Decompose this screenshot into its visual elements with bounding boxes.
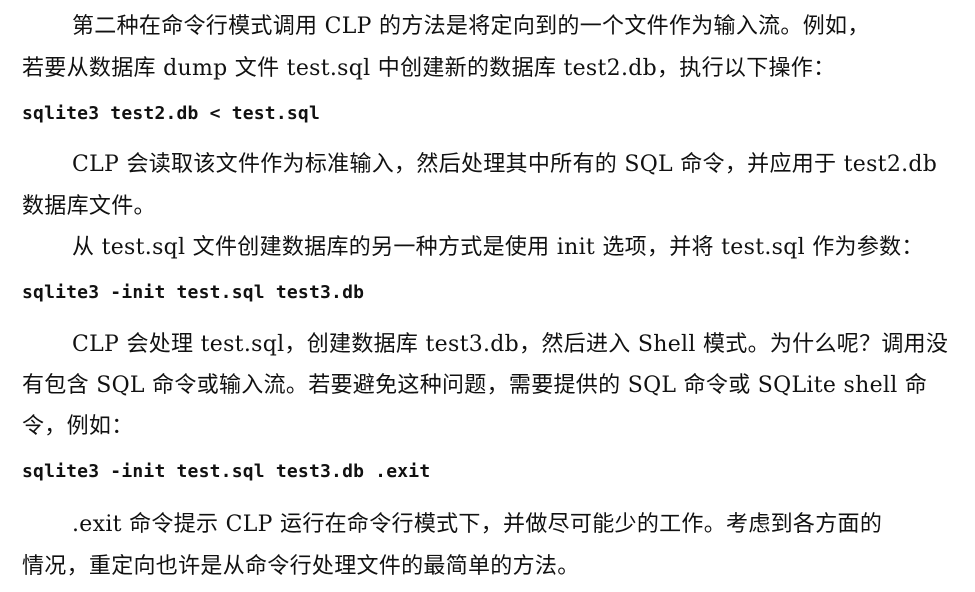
paragraph-2-line-1: CLP 会读取该文件作为标准输入，然后处理其中所有的 SQL 命令，并应用于 t…: [72, 152, 938, 177]
paragraph-3-line-3: 令，例如：: [22, 414, 134, 439]
paragraph-2-line-2: 数据库文件。: [22, 194, 156, 219]
paragraph-2-line-3: 从 test.sql 文件创建数据库的另一种方式是使用 init 选项，并将 t…: [72, 235, 924, 260]
paragraph-4-line-2: 情况，重定向也许是从命令行处理文件的最简单的方法。: [22, 554, 580, 579]
code-line-1: sqlite3 test2.db < test.sql: [22, 103, 320, 124]
paragraph-4-line-1: .exit 命令提示 CLP 运行在命令行模式下，并做尽可能少的工作。考虑到各方…: [72, 512, 883, 537]
code-line-3: sqlite3 -init test.sql test3.db .exit: [22, 461, 431, 482]
paragraph-3-line-1: CLP 会处理 test.sql，创建数据库 test3.db，然后进入 She…: [72, 332, 949, 357]
paragraph-1-line-2: 若要从数据库 dump 文件 test.sql 中创建新的数据库 test2.d…: [22, 56, 836, 81]
document-page: 第二种在命令行模式调用 CLP 的方法是将定向到的一个文件作为输入流。例如， 若…: [0, 0, 975, 592]
code-line-2: sqlite3 -init test.sql test3.db: [22, 282, 365, 303]
paragraph-3-line-2: 有包含 SQL 命令或输入流。若要避免这种问题，需要提供的 SQL 命令或 SQ…: [22, 373, 928, 398]
paragraph-1-line-1: 第二种在命令行模式调用 CLP 的方法是将定向到的一个文件作为输入流。例如，: [72, 14, 870, 39]
